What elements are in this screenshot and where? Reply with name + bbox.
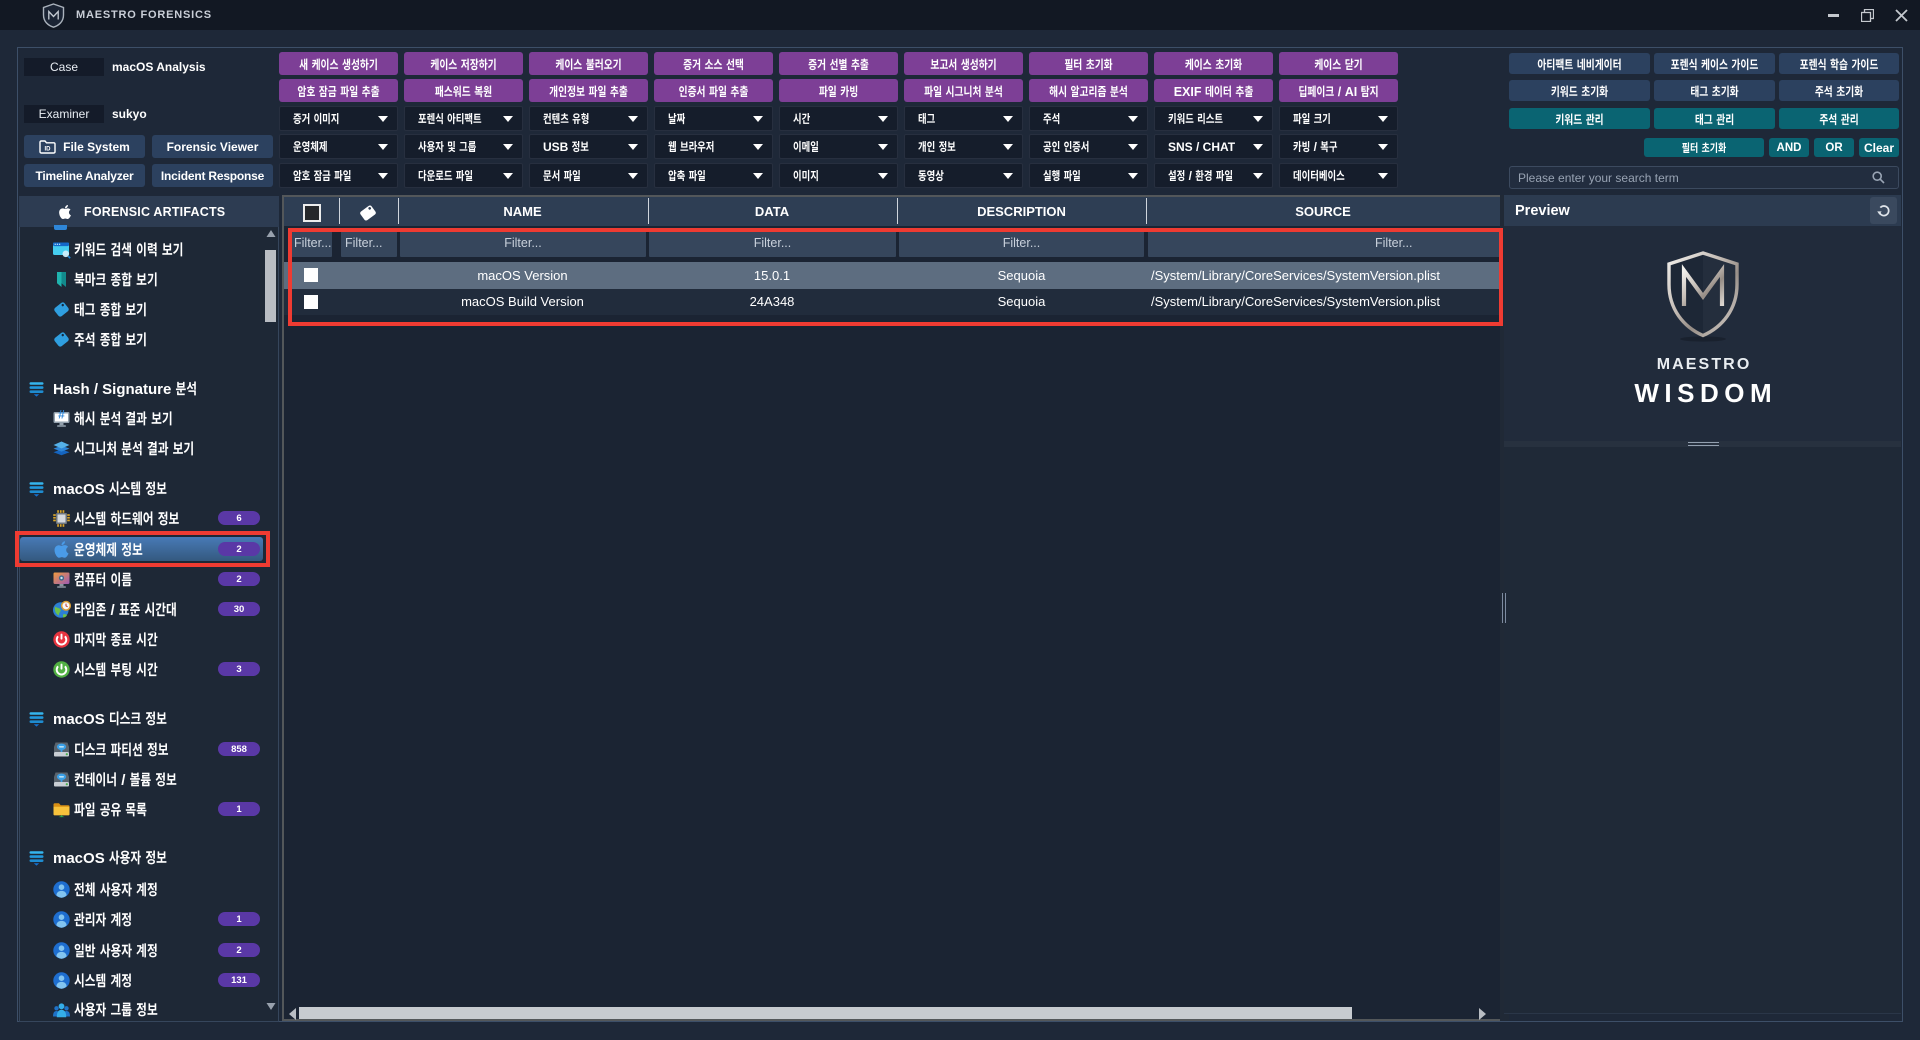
svg-text:ID: ID [45,146,52,152]
svg-text:#: # [58,409,65,422]
